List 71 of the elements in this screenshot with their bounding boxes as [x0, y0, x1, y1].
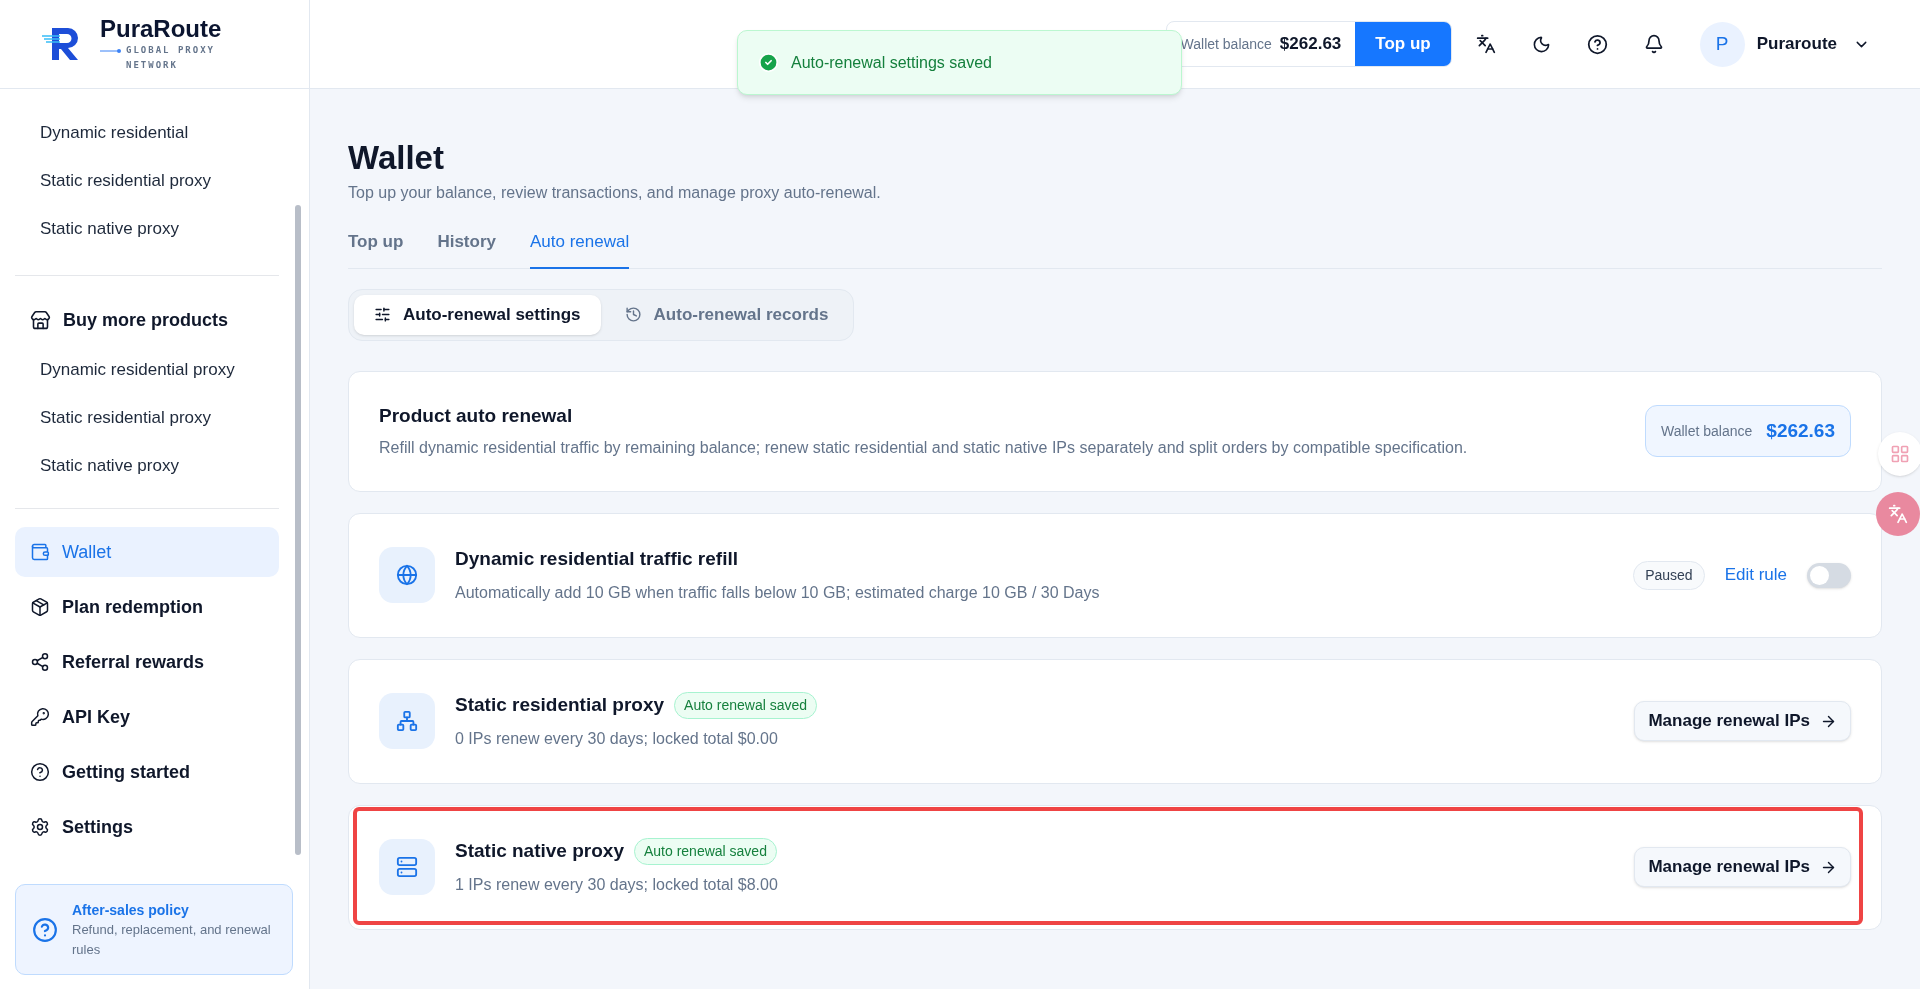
moon-icon[interactable] [1531, 34, 1551, 54]
translate-icon [1888, 504, 1908, 524]
check-icon [758, 52, 779, 73]
product-link[interactable]: Static native proxy [40, 454, 179, 478]
tab[interactable]: Auto renewal [529, 229, 630, 269]
history-icon [624, 306, 642, 323]
nav-item[interactable]: Wallet [15, 527, 279, 577]
card-text: Refill dynamic residential traffic by remaining balance; renew static residential and static native IPs separately and split orders by compatible specification. [379, 438, 1468, 459]
balance-amount: $262.63 [1766, 418, 1835, 443]
tab[interactable]: Top up [348, 229, 404, 269]
card-title: Static native proxy [455, 838, 624, 863]
help-icon [32, 916, 58, 943]
tab[interactable]: History [437, 229, 496, 269]
page-subtitle: Top up your balance, review transactions, and manage proxy auto-renewal. [348, 183, 882, 203]
page-title: Wallet [348, 138, 444, 178]
nav-item[interactable]: Settings [15, 802, 279, 852]
user-name: Puraroute [1756, 33, 1837, 56]
segment-tab[interactable]: Auto-renewal records [604, 294, 849, 335]
balance-label: Wallet balance [1661, 421, 1753, 441]
toast-text: Auto-renewal settings saved [791, 52, 992, 73]
grid-icon [1890, 444, 1910, 464]
balance-amount: $262.63 [1279, 33, 1343, 56]
manage-ips-button[interactable]: Manage renewal IPs [1634, 847, 1851, 887]
wallet-icon [30, 542, 50, 562]
user-menu[interactable]: P Puraroute [1699, 21, 1870, 67]
product-link[interactable]: Static residential proxy [40, 406, 212, 430]
nav-item[interactable]: Referral rewards [15, 637, 279, 687]
network-icon [396, 710, 418, 732]
help-icon[interactable] [1586, 33, 1608, 55]
card-title: Dynamic residential traffic refill [455, 546, 738, 571]
product-link[interactable]: Dynamic residential [40, 121, 189, 145]
top-up-button[interactable]: Top up [1355, 22, 1451, 66]
avatar: P [1699, 21, 1745, 67]
card-text: 0 IPs renew every 30 days; locked total $0.00 [455, 729, 779, 750]
settings-icon [30, 817, 50, 837]
globe-icon [396, 564, 418, 586]
nav-item[interactable]: API Key [15, 692, 279, 742]
policy-card[interactable]: After-sales policy Refund, replacement, and renewal rules [15, 884, 293, 975]
nav-item[interactable]: Plan redemption [15, 582, 279, 632]
package-icon [30, 597, 50, 617]
product-link[interactable]: Dynamic residential proxy [40, 358, 235, 382]
brand-name: PuraRoute [100, 15, 222, 43]
product-link[interactable]: Static native proxy [40, 217, 179, 241]
store-icon [30, 309, 51, 331]
toggle-switch[interactable] [1807, 562, 1851, 588]
balance-label: Wallet balance [1179, 34, 1273, 54]
share-icon [30, 652, 50, 672]
status-badge: Auto renewal saved [674, 691, 818, 719]
product-link[interactable]: Static residential proxy [40, 169, 212, 193]
bell-icon[interactable] [1643, 34, 1664, 54]
manage-ips-button[interactable]: Manage renewal IPs [1634, 701, 1851, 741]
help-icon [30, 762, 50, 782]
edit-rule-link[interactable]: Edit rule [1724, 562, 1787, 588]
card-title: Product auto renewal [379, 403, 574, 428]
policy-text: Refund, replacement, and renewal rules [72, 920, 272, 959]
line-dot-icon [100, 47, 122, 55]
card-text: 1 IPs renew every 30 days; locked total $8.00 [455, 875, 779, 896]
section-title: Buy more products [63, 308, 229, 332]
segment-tab[interactable]: Auto-renewal settings [354, 294, 601, 335]
scrollbar-track[interactable] [295, 205, 301, 855]
status-badge: Auto renewal saved [633, 837, 777, 865]
server-icon [396, 856, 418, 878]
card-title: Static residential proxy [455, 692, 665, 717]
nav-item[interactable]: Getting started [15, 747, 279, 797]
sliders-icon [374, 306, 391, 323]
key-icon [30, 707, 50, 727]
status-badge: Paused [1633, 560, 1705, 590]
card-text: Automatically add 10 GB when traffic falls below 10 GB; estimated charge 10 GB / 30 Days [455, 583, 1101, 604]
translate-icon[interactable] [1475, 34, 1496, 54]
policy-title: After-sales policy [72, 900, 190, 920]
brand-tagline: GLOBAL PROXY NETWORK [126, 44, 217, 72]
